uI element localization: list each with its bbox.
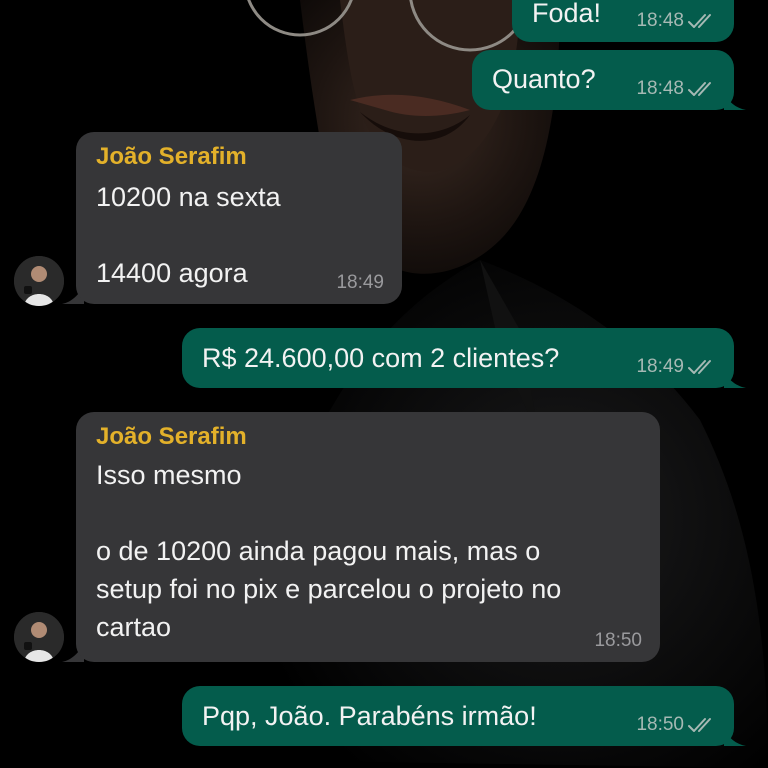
message-meta: 18:49 <box>636 356 716 378</box>
avatar[interactable] <box>14 612 64 662</box>
message-text: Foda! <box>532 0 602 28</box>
double-check-icon <box>688 360 711 374</box>
avatar-photo <box>14 256 64 306</box>
bubble-tail <box>724 728 746 746</box>
message-text: 10200 na sexta 14400 agora <box>96 182 281 288</box>
outgoing-message[interactable]: Pqp, João. Parabéns irmão! 18:50 <box>182 686 734 746</box>
message-time: 18:49 <box>336 272 384 293</box>
incoming-message[interactable]: João Serafim 10200 na sexta 14400 agora … <box>76 132 402 304</box>
sender-name[interactable]: João Serafim <box>96 140 247 174</box>
message-time: 18:50 <box>636 714 684 735</box>
message-text: Pqp, João. Parabéns irmão! <box>202 701 537 731</box>
message-time: 18:49 <box>636 356 684 377</box>
outgoing-message[interactable]: Foda! 18:48 <box>512 0 734 42</box>
message-meta: 18:50 <box>594 630 642 652</box>
message-text: R$ 24.600,00 com 2 clientes? <box>202 343 560 373</box>
message-time: 18:48 <box>636 10 684 31</box>
outgoing-message[interactable]: Quanto? 18:48 <box>472 50 734 110</box>
message-time: 18:50 <box>594 630 642 651</box>
chat-thread[interactable]: Foda! 18:48 Quanto? 18:48 João Serafim 1… <box>0 0 768 768</box>
double-check-icon <box>688 718 711 732</box>
bubble-tail <box>724 92 746 110</box>
message-meta: 18:48 <box>636 78 716 100</box>
double-check-icon <box>688 82 711 96</box>
sender-name[interactable]: João Serafim <box>96 420 247 454</box>
bubble-tail <box>724 370 746 388</box>
double-check-icon <box>688 14 711 28</box>
message-text: Isso mesmo o de 10200 ainda pagou mais, … <box>96 460 562 642</box>
message-time: 18:48 <box>636 78 684 99</box>
message-meta: 18:49 <box>336 272 384 294</box>
message-text: Quanto? <box>492 64 596 94</box>
incoming-message[interactable]: João Serafim Isso mesmo o de 10200 ainda… <box>76 412 660 662</box>
outgoing-message[interactable]: R$ 24.600,00 com 2 clientes? 18:49 <box>182 328 734 388</box>
message-meta: 18:48 <box>636 10 716 32</box>
avatar[interactable] <box>14 256 64 306</box>
message-meta: 18:50 <box>636 714 716 736</box>
avatar-photo <box>14 612 64 662</box>
